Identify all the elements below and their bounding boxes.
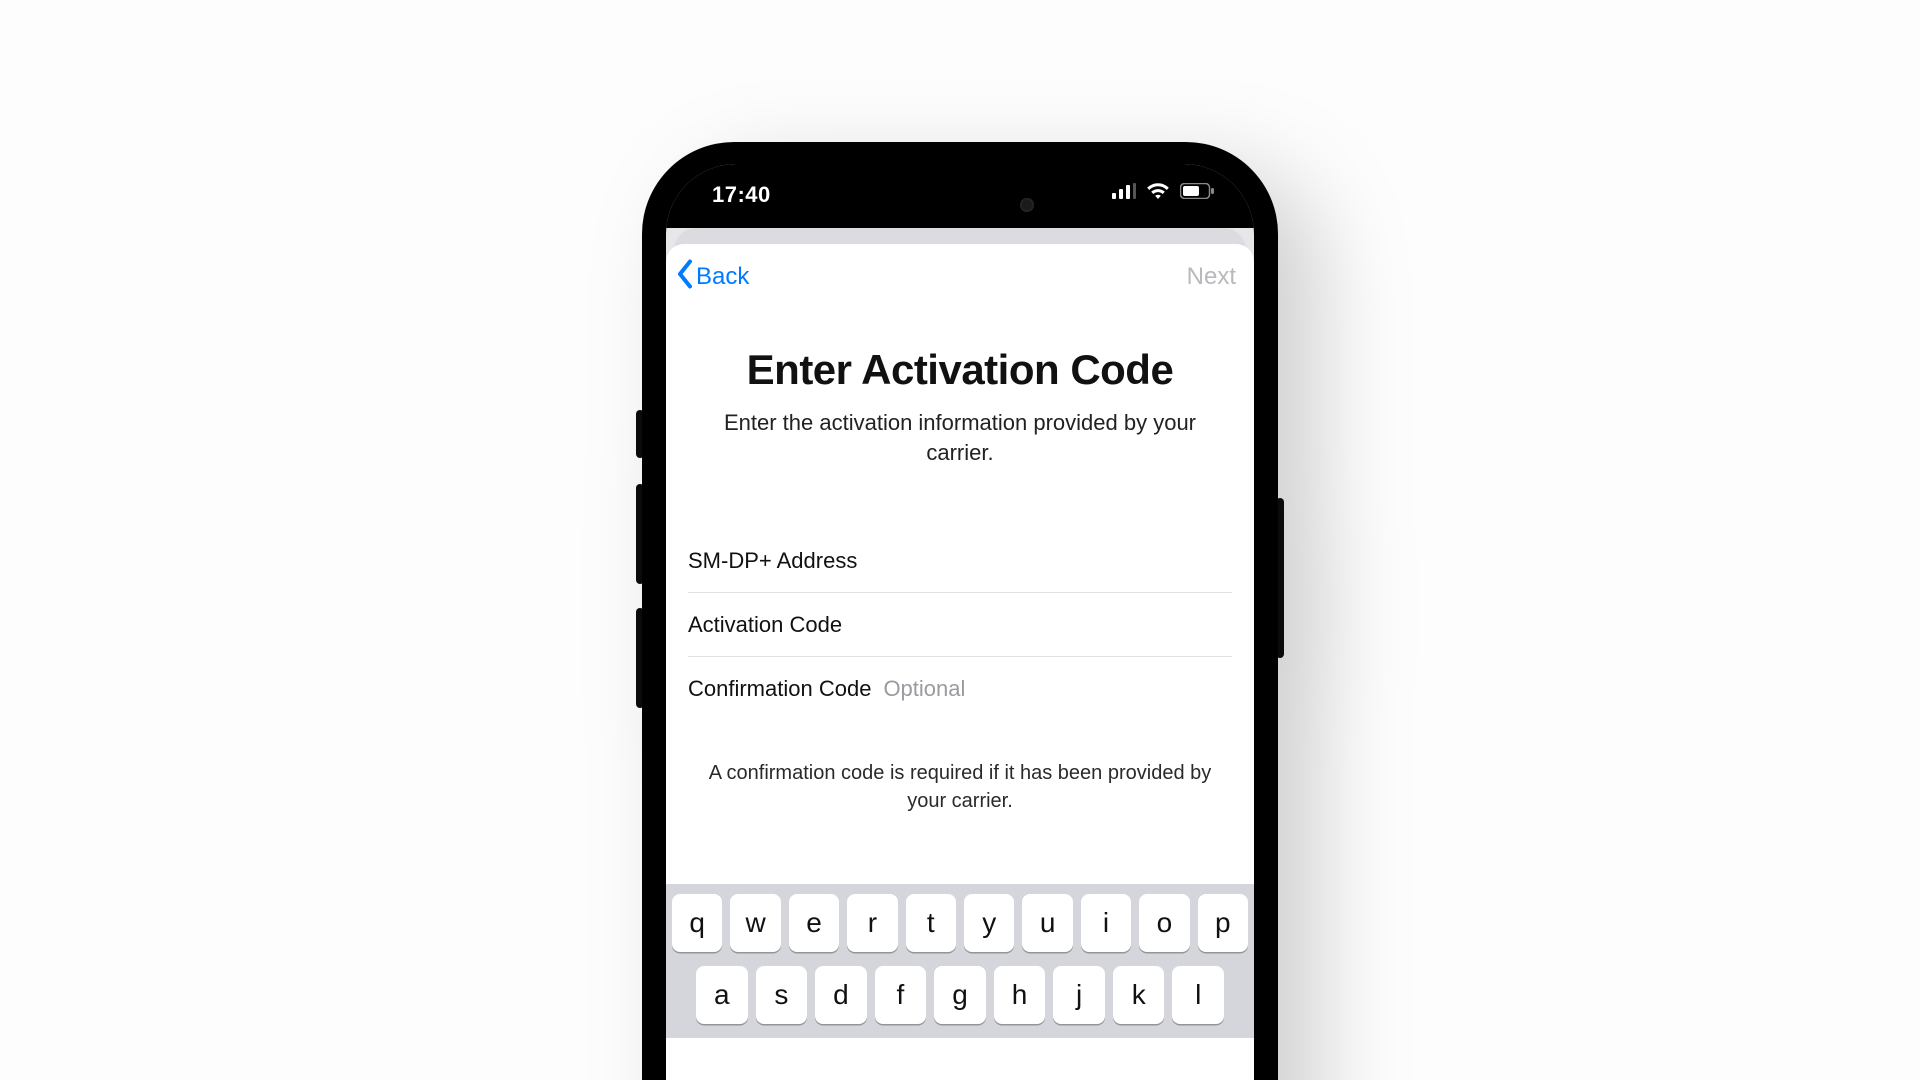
canvas: 17:40 (0, 0, 1920, 1080)
status-time: 17:40 (712, 182, 771, 208)
next-button[interactable]: Next (1187, 263, 1236, 291)
key-q[interactable]: q (672, 894, 722, 952)
key-u[interactable]: u (1022, 894, 1072, 952)
page-title: Enter Activation Code (692, 346, 1228, 394)
confirmation-code-field[interactable]: Confirmation Code Optional (688, 657, 1232, 721)
chevron-left-icon (674, 258, 696, 296)
key-t[interactable]: t (906, 894, 956, 952)
keyboard[interactable]: qwertyuiop asdfghjkl (666, 884, 1254, 1038)
fields: SM-DP+ Address Activation Code Confirmat… (666, 529, 1254, 721)
confirmation-code-label: Confirmation Code (688, 676, 871, 702)
smdp-address-field[interactable]: SM-DP+ Address (688, 529, 1232, 593)
modal-navbar: Back Next (666, 244, 1254, 310)
phone-body: 17:40 (642, 142, 1278, 1080)
back-button[interactable]: Back (674, 258, 749, 296)
page-subtitle: Enter the activation information provide… (692, 408, 1228, 467)
key-d[interactable]: d (815, 966, 867, 1024)
battery-icon (1180, 183, 1214, 199)
key-e[interactable]: e (789, 894, 839, 952)
headline: Enter Activation Code Enter the activati… (666, 310, 1254, 467)
status-right-cluster (1112, 182, 1214, 200)
key-g[interactable]: g (934, 966, 986, 1024)
key-p[interactable]: p (1198, 894, 1248, 952)
key-a[interactable]: a (696, 966, 748, 1024)
key-h[interactable]: h (994, 966, 1046, 1024)
key-j[interactable]: j (1053, 966, 1105, 1024)
dynamic-island (870, 182, 1050, 228)
confirmation-code-placeholder: Optional (883, 676, 965, 702)
key-f[interactable]: f (875, 966, 927, 1024)
key-s[interactable]: s (756, 966, 808, 1024)
back-label: Back (696, 263, 749, 291)
key-l[interactable]: l (1172, 966, 1224, 1024)
key-y[interactable]: y (964, 894, 1014, 952)
key-o[interactable]: o (1139, 894, 1189, 952)
activation-code-field[interactable]: Activation Code (688, 593, 1232, 657)
key-r[interactable]: r (847, 894, 897, 952)
phone: 17:40 (642, 142, 1278, 1080)
keyboard-row-1: qwertyuiop (672, 894, 1248, 952)
key-w[interactable]: w (730, 894, 780, 952)
wifi-icon (1146, 182, 1170, 200)
key-k[interactable]: k (1113, 966, 1165, 1024)
key-i[interactable]: i (1081, 894, 1131, 952)
phone-screen: 17:40 (666, 164, 1254, 1080)
cellular-signal-icon (1112, 183, 1136, 199)
footnote: A confirmation code is required if it ha… (666, 759, 1254, 815)
keyboard-row-2: asdfghjkl (672, 966, 1248, 1024)
activation-code-label: Activation Code (688, 612, 842, 638)
smdp-address-label: SM-DP+ Address (688, 548, 857, 574)
